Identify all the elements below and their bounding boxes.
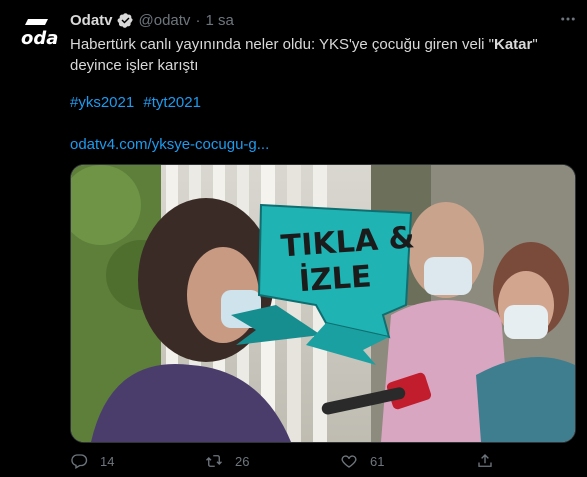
- article-link[interactable]: odatv4.com/yksye-cocugu-g...: [70, 136, 269, 153]
- tweet-header: Odatv @odatv · 1 sa: [70, 9, 567, 31]
- odatv-logo: oda: [21, 19, 58, 49]
- retweet-icon: [206, 455, 222, 467]
- hashtag-link[interactable]: #yks2021: [70, 94, 134, 111]
- hashtag-link[interactable]: #tyt2021: [143, 94, 201, 111]
- like-count: 61: [370, 453, 385, 469]
- share-icon: [478, 454, 492, 467]
- media-illustration: TIKLA & İZLE: [71, 165, 575, 442]
- more-options-icon[interactable]: [557, 8, 579, 30]
- action-bar: 14 26 61: [70, 452, 510, 474]
- tweet-timestamp[interactable]: 1 sa: [205, 12, 233, 29]
- verified-badge-icon: [117, 12, 134, 29]
- media-image[interactable]: TIKLA & İZLE: [70, 164, 576, 443]
- avatar-logo-text: oda: [21, 28, 58, 49]
- author-handle[interactable]: @odatv: [139, 12, 191, 29]
- tweet-text-bold: Katar: [493, 36, 533, 53]
- retweet-count: 26: [235, 453, 250, 469]
- reply-count: 14: [100, 453, 115, 469]
- hashtags: #yks2021 #tyt2021: [70, 94, 206, 111]
- tweet-text: Habertürk canlı yayınında neler oldu: YK…: [70, 34, 570, 76]
- avatar[interactable]: oda: [14, 10, 62, 58]
- tweet-text-part1: Habertürk canlı yayınında neler oldu: YK…: [70, 36, 494, 53]
- like-button[interactable]: 61: [340, 452, 384, 470]
- heart-icon: [341, 455, 357, 468]
- share-button[interactable]: [476, 452, 506, 470]
- retweet-button[interactable]: 26: [205, 452, 249, 470]
- author-name[interactable]: Odatv: [70, 12, 113, 29]
- separator-dot: ·: [195, 11, 201, 29]
- banner-line2: İZLE: [298, 258, 373, 299]
- reply-button[interactable]: 14: [70, 452, 114, 470]
- reply-icon: [71, 454, 88, 469]
